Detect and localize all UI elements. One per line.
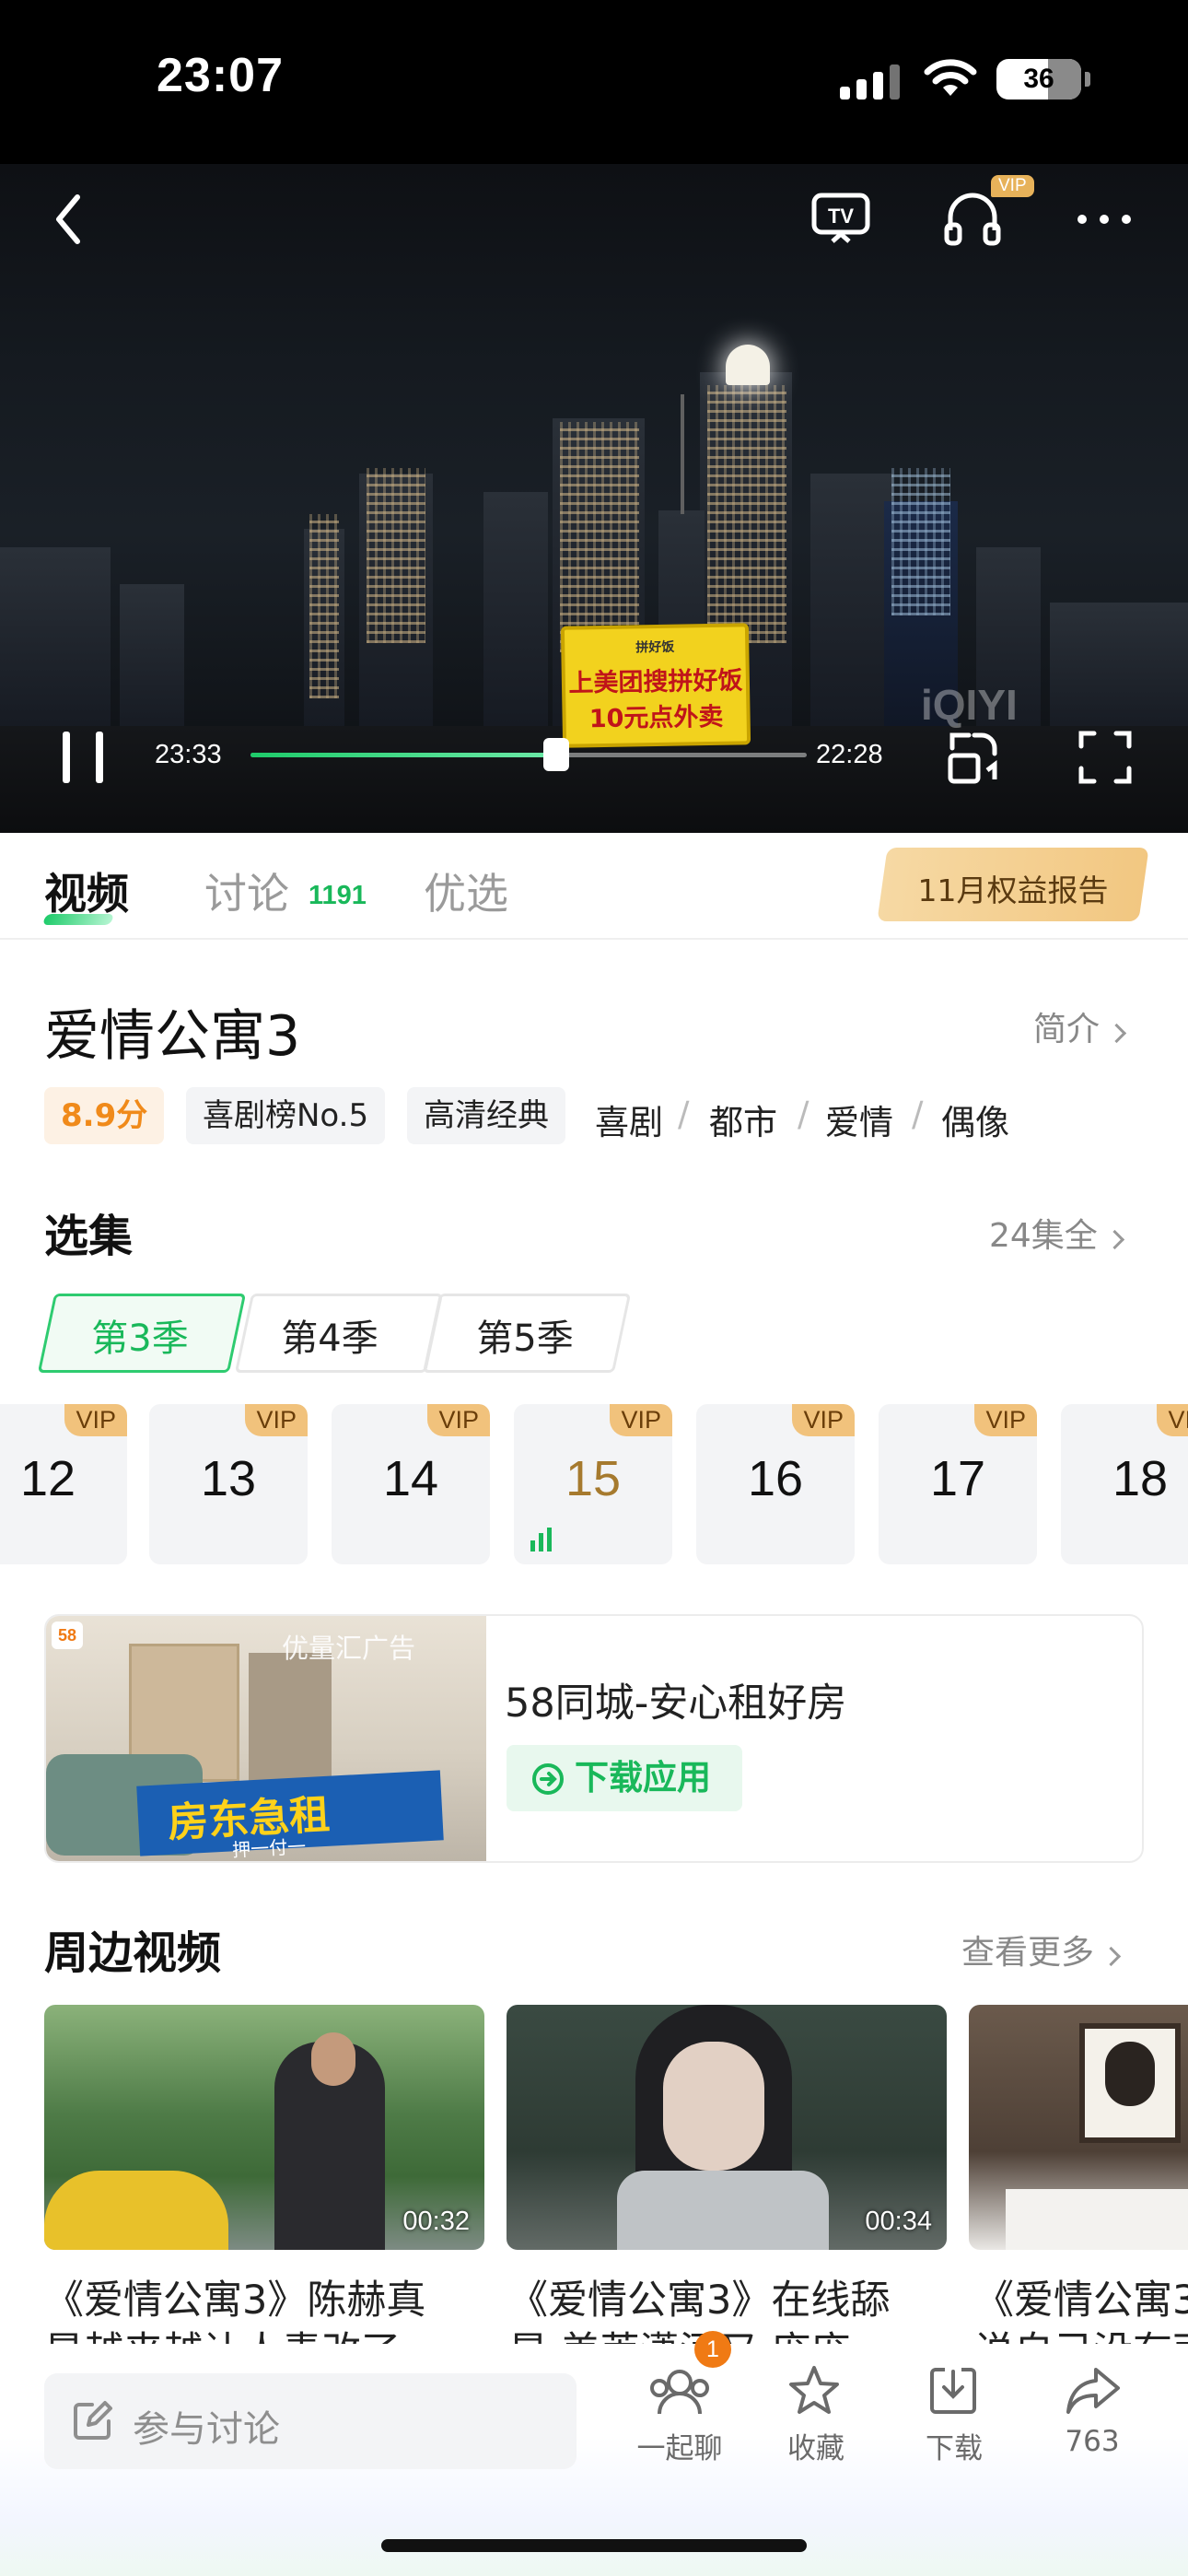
rank-tag[interactable]: 喜剧榜No.5 bbox=[186, 1087, 386, 1144]
genre-separator: / bbox=[912, 1095, 924, 1134]
genre-tag: 都市 bbox=[709, 1103, 777, 1142]
ad-title: 58同城-安心租好房 bbox=[505, 1680, 847, 1727]
quality-tag: 高清经典 bbox=[407, 1087, 565, 1144]
genre-separator: / bbox=[678, 1095, 690, 1134]
tab-discuss[interactable]: 讨论 bbox=[204, 861, 289, 921]
episode-item[interactable]: 18VIP bbox=[1061, 1404, 1188, 1564]
video-title[interactable]: 《爱情公寓3 bbox=[974, 2268, 1188, 2325]
share-icon[interactable] bbox=[1065, 2366, 1122, 2416]
edit-icon bbox=[74, 2401, 112, 2440]
more-icon[interactable] bbox=[1074, 210, 1135, 228]
current-time: 23:33 bbox=[155, 740, 222, 769]
season-label: 第4季 bbox=[281, 1317, 379, 1360]
season-label: 第5季 bbox=[476, 1317, 574, 1360]
video-duration: 00:32 bbox=[402, 2207, 470, 2236]
vip-badge: VIP bbox=[991, 175, 1034, 197]
comment-placeholder: 参与讨论 bbox=[133, 2408, 280, 2451]
discuss-count: 1191 bbox=[309, 881, 367, 910]
group-chat-icon[interactable] bbox=[645, 2366, 715, 2418]
signal-icon bbox=[840, 63, 901, 100]
ad-source-tag[interactable]: 优量汇广告 bbox=[282, 1627, 415, 1666]
home-indicator bbox=[381, 2539, 807, 2552]
share-count[interactable]: 763 bbox=[1037, 2425, 1147, 2458]
video-duration: 00:34 bbox=[865, 2207, 932, 2236]
progress-thumb[interactable] bbox=[543, 738, 570, 771]
favorite-label[interactable]: 收藏 bbox=[761, 2425, 871, 2466]
video-title[interactable]: 《爱情公寓3》陈赫真 bbox=[44, 2268, 425, 2325]
fullscreen-icon[interactable] bbox=[1077, 730, 1133, 785]
video-thumbnail[interactable]: 00:32 bbox=[44, 2005, 484, 2250]
season-label: 第3季 bbox=[91, 1317, 189, 1360]
battery-nub bbox=[1085, 72, 1090, 87]
ad-logo: 58 bbox=[52, 1622, 83, 1649]
around-videos-heading: 周边视频 bbox=[44, 1927, 222, 1979]
back-icon[interactable] bbox=[50, 192, 87, 247]
tab-select[interactable]: 优选 bbox=[424, 861, 508, 921]
all-episodes-link[interactable]: 24集全 bbox=[989, 1209, 1125, 1257]
pause-icon[interactable] bbox=[57, 730, 109, 785]
comment-input[interactable] bbox=[44, 2373, 577, 2469]
genre-separator: / bbox=[798, 1095, 809, 1134]
tv-cast-icon[interactable]: TV bbox=[810, 192, 871, 245]
episode-item[interactable]: 12 VIP bbox=[0, 1404, 127, 1564]
chat-label[interactable]: 一起聊 bbox=[624, 2425, 735, 2466]
battery-indicator: 36 bbox=[996, 59, 1081, 100]
vip-badge: VIP bbox=[610, 1404, 672, 1436]
episode-item[interactable]: 13 VIP bbox=[149, 1404, 308, 1564]
status-bar: 23:07 36 bbox=[0, 0, 1188, 164]
vip-badge: VIP bbox=[64, 1404, 127, 1436]
episode-item-playing[interactable]: 15 VIP bbox=[514, 1404, 672, 1564]
vip-badge: VIP bbox=[1157, 1404, 1188, 1436]
download-icon[interactable] bbox=[926, 2364, 980, 2418]
video-thumbnail[interactable] bbox=[969, 2005, 1188, 2250]
ad-card[interactable]: 房东急租 押一付一 58 bbox=[44, 1614, 1144, 1863]
headphone-icon[interactable] bbox=[943, 190, 1002, 247]
video-player[interactable]: 拼好饭 上美团搜拼好饭 10元点外卖 iQIYI bbox=[0, 164, 1188, 833]
episode-item[interactable]: 14 VIP bbox=[332, 1404, 490, 1564]
download-arrow-icon bbox=[532, 1763, 564, 1795]
video-billboard: 拼好饭 上美团搜拼好饭 10元点外卖 bbox=[560, 623, 751, 748]
ad-image-subtext: 押一付一 bbox=[231, 1834, 307, 1862]
wifi-icon bbox=[924, 59, 977, 96]
intro-link[interactable]: 简介 bbox=[1033, 1002, 1127, 1050]
chat-badge: 1 bbox=[694, 2331, 731, 2368]
iqiyi-watermark: iQIYI bbox=[921, 681, 1018, 729]
video-title[interactable]: 《爱情公寓3》在线舔 bbox=[508, 2268, 890, 2325]
download-label[interactable]: 下载 bbox=[899, 2425, 1009, 2466]
rotate-screen-icon[interactable] bbox=[945, 728, 1002, 787]
genre-tag: 爱情 bbox=[825, 1103, 893, 1142]
episodes-heading: 选集 bbox=[44, 1211, 134, 1262]
svg-text:TV: TV bbox=[828, 205, 854, 228]
score-tag: 8.9分 bbox=[44, 1087, 165, 1144]
ad-image: 房东急租 押一付一 58 bbox=[46, 1616, 486, 1862]
vip-badge: VIP bbox=[792, 1404, 855, 1436]
vip-badge: VIP bbox=[245, 1404, 308, 1436]
playing-bars-icon bbox=[530, 1528, 552, 1551]
vip-badge: VIP bbox=[427, 1404, 490, 1436]
remaining-time: 22:28 bbox=[816, 740, 883, 769]
progress-bar[interactable] bbox=[250, 753, 807, 757]
genre-tag: 偶像 bbox=[941, 1103, 1009, 1142]
episode-item[interactable]: 16 VIP bbox=[696, 1404, 855, 1564]
tab-video[interactable]: 视频 bbox=[44, 861, 129, 921]
clock: 23:07 bbox=[157, 49, 284, 102]
progress-fill bbox=[250, 753, 557, 757]
vip-badge: VIP bbox=[974, 1404, 1037, 1436]
genre-tag: 喜剧 bbox=[595, 1103, 663, 1142]
episode-item[interactable]: 17 VIP bbox=[879, 1404, 1037, 1564]
favorite-star-icon[interactable] bbox=[786, 2364, 842, 2418]
show-title: 爱情公寓3 bbox=[44, 1004, 301, 1069]
video-thumbnail[interactable]: 00:34 bbox=[507, 2005, 947, 2250]
see-more-link[interactable]: 查看更多 bbox=[961, 1926, 1122, 1973]
rights-report-label: 11月权益报告 bbox=[917, 872, 1109, 908]
